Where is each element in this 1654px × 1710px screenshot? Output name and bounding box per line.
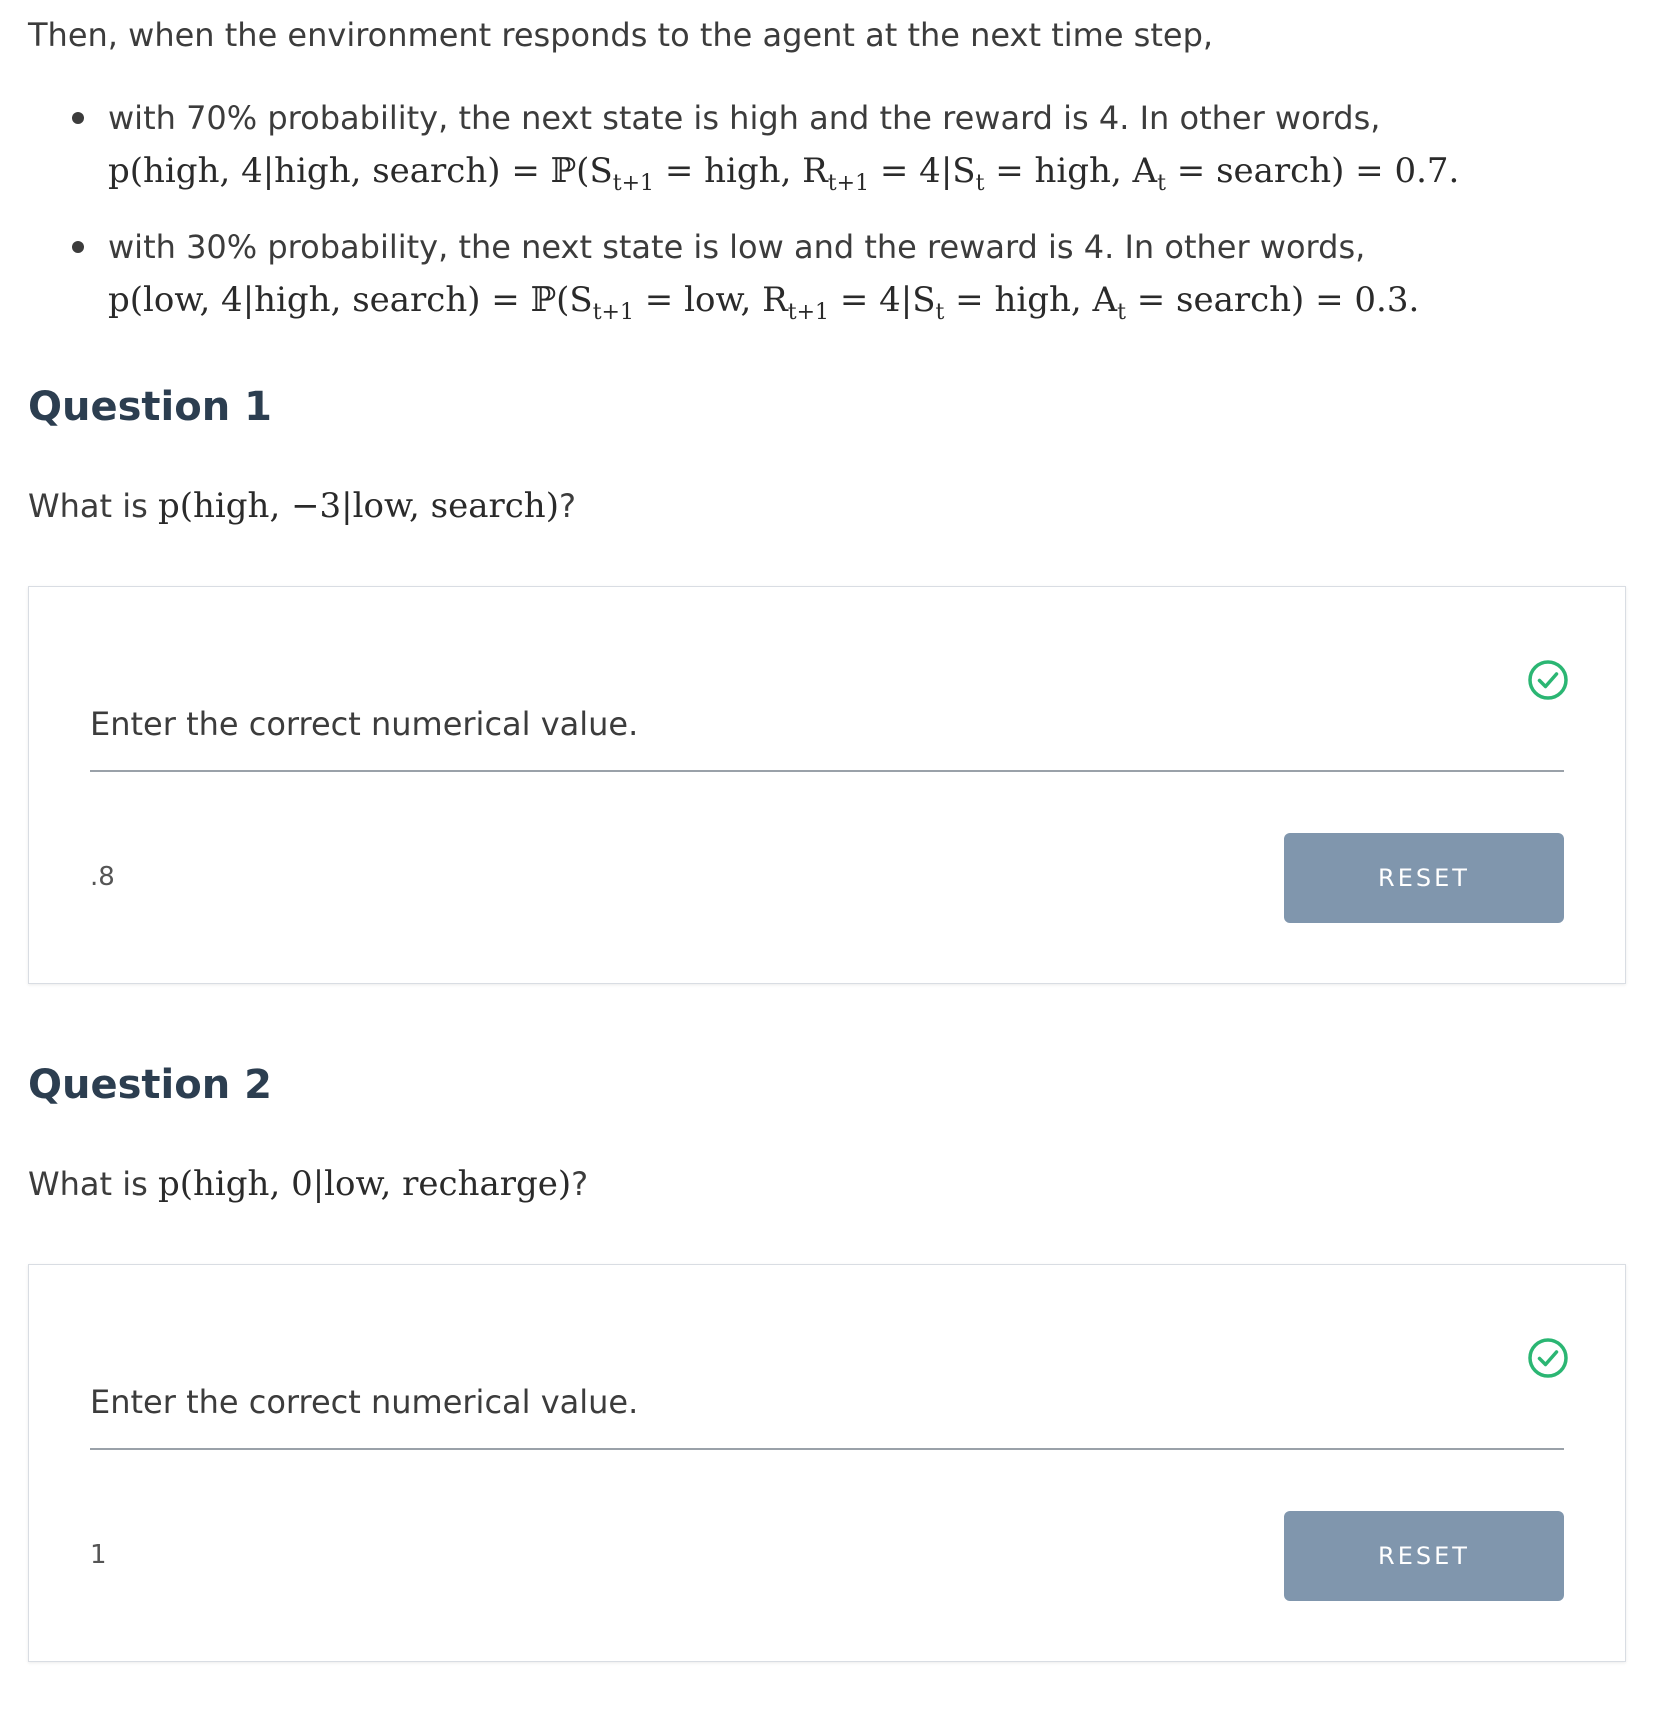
answer-card: Enter the correct numerical value. .8 RE… (28, 586, 1626, 984)
bullet-math: p(low, 4|high, search) = ℙ(St+1 = low, R… (108, 279, 1420, 325)
answer-label: Enter the correct numerical value. (90, 705, 639, 743)
page: Then, when the environment responds to t… (0, 0, 1654, 1710)
bullet-text: with 70% probability, the next state is … (108, 99, 1381, 137)
prompt-math: p(high, 0|low, recharge) (157, 1164, 572, 1204)
bullet-dot (72, 112, 84, 124)
question-title: Question 2 (28, 1062, 272, 1108)
check-circle-icon (1528, 660, 1568, 700)
prompt-suffix: ? (571, 1165, 589, 1203)
question-title: Question 1 (28, 384, 272, 430)
answer-label: Enter the correct numerical value. (90, 1383, 639, 1421)
question-prompt: What is p(high, −3|low, search)? (28, 486, 576, 526)
bullet-math: p(high, 4|high, search) = ℙ(St+1 = high,… (108, 151, 1460, 196)
prompt-prefix: What is (28, 1165, 158, 1203)
prompt-suffix: ? (558, 487, 576, 525)
bullet-item: with 70% probability, the next state is … (28, 92, 1608, 211)
bullet-dot (72, 240, 84, 253)
prompt-math: p(high, −3|low, search) (157, 486, 559, 526)
answer-input-underline (90, 1448, 1564, 1450)
answer-input-underline (90, 770, 1564, 772)
question-prompt: What is p(high, 0|low, recharge)? (28, 1164, 588, 1204)
bullet-text: with 30% probability, the next state is … (108, 227, 1366, 266)
prompt-prefix: What is (28, 487, 158, 525)
intro-text: Then, when the environment responds to t… (28, 16, 1214, 54)
answer-input[interactable]: .8 (90, 862, 115, 892)
reset-button[interactable]: RESET (1284, 1511, 1564, 1601)
bullet-item: with 30% probability, the next state is … (28, 221, 1608, 340)
answer-card: Enter the correct numerical value. 1 RES… (28, 1264, 1626, 1662)
check-circle-icon (1528, 1338, 1568, 1378)
probability-bullets: with 70% probability, the next state is … (28, 92, 1608, 350)
answer-input[interactable]: 1 (90, 1540, 107, 1570)
reset-button[interactable]: RESET (1284, 833, 1564, 923)
